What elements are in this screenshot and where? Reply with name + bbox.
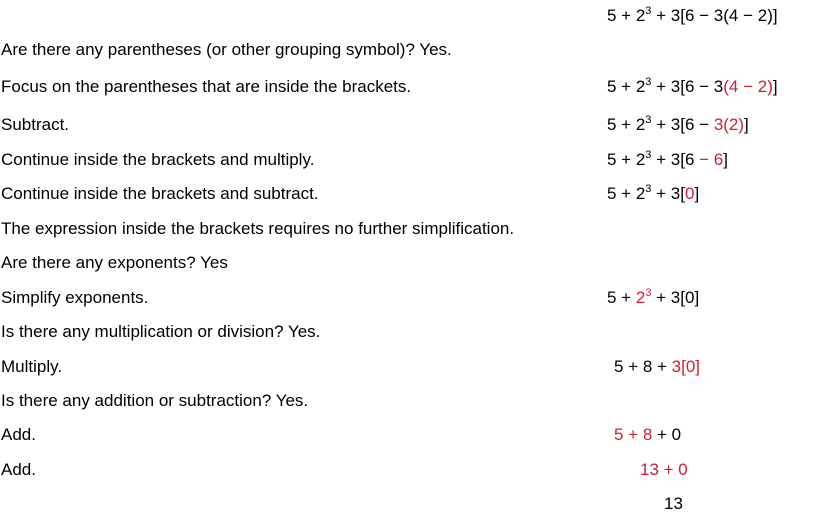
step-row: Continue inside the brackets and subtrac… [0,181,814,207]
step-expression: 5 + 23 + 3[6 − 3(4 − 2)] [607,74,778,100]
expression-term: + 0 [652,425,682,444]
step-row: Continue inside the brackets and multipl… [0,147,814,173]
step-description: Multiply. [1,357,63,376]
step-expression: 13 + 0 [640,457,688,483]
highlighted-term: − 6 [699,150,724,169]
highlighted-term: (4 − 2) [723,77,773,96]
step-expression: 5 + 8 + 0 [614,422,681,448]
step-row: The expression inside the brackets requi… [0,216,814,242]
expression-term: + 3[0] [651,288,700,307]
step-row: Simplify exponents. 5 + 23 + 3[0] [0,285,814,311]
step-description: Is there any multiplication or division?… [1,322,321,341]
step-row: 13 [0,491,814,517]
step-expression: 13 [664,491,683,517]
expression-term: + 3[ [651,184,685,203]
exponent: 3 [645,287,652,299]
step-expression: 5 + 8 + 3[0] [614,354,700,380]
highlighted-term: 13 + 0 [640,460,688,479]
expression-term: ] [744,115,749,134]
exponent: 3 [645,149,652,161]
step-expression: 5 + 23 + 3[6 − 3(4 − 2)] [607,3,778,29]
exponent: 3 [645,114,652,126]
highlighted-term: 2 [635,288,646,307]
expression-term: 5 + 2 [607,184,646,203]
step-row: Is there any addition or subtraction? Ye… [0,388,814,414]
step-row: 5 + 23 + 3[6 − 3(4 − 2)] [0,3,814,29]
expression-term: + 3[6 − 3(4 − 2)] [651,6,778,25]
step-row: Are there any exponents? Yes [0,250,814,276]
exponent: 3 [645,183,652,195]
expression-term: + 3[6 − 3 [651,77,724,96]
expression-term: 5 + 2 [607,115,646,134]
step-description: Continue inside the brackets and subtrac… [1,184,319,203]
expression-term: 13 [664,494,683,513]
highlighted-term: 5 + 8 [614,425,653,444]
highlighted-term: 3(2) [713,115,745,134]
step-description: Add. [1,425,36,444]
step-row: Focus on the parentheses that are inside… [0,74,814,100]
exponent: 3 [645,5,652,17]
expression-term: 5 + 2 [607,150,646,169]
expression-term: + 3[6 − [651,115,714,134]
exponent: 3 [645,76,652,88]
step-description: Focus on the parentheses that are inside… [1,77,412,96]
step-row: Subtract. 5 + 23 + 3[6 − 3(2)] [0,112,814,138]
step-row: Is there any multiplication or division?… [0,319,814,345]
expression-term: ] [694,184,700,203]
step-expression: 5 + 23 + 3[0] [607,285,699,311]
highlighted-term: 3[0] [671,357,701,376]
step-description: Are there any exponents? Yes [1,253,228,272]
step-row: Add. 5 + 8 + 0 [0,422,814,448]
expression-term: ] [772,77,778,96]
expression-term: 5 + 2 [607,77,646,96]
step-description: Is there any addition or subtraction? Ye… [1,391,309,410]
step-expression: 5 + 23 + 3[6 − 3(2)] [607,112,749,138]
expression-term: + 3[6 [651,150,700,169]
expression-term: 5 + 2 [607,6,646,25]
step-description: Continue inside the brackets and multipl… [1,150,315,169]
expression-term: 5 + 8 + [614,357,672,376]
expression-term: 5 + [607,288,636,307]
step-description: Simplify exponents. [1,288,149,307]
step-description: Are there any parentheses (or other grou… [1,40,452,59]
step-expression: 5 + 23 + 3[0] [607,181,699,207]
step-description: Add. [1,460,36,479]
step-description: The expression inside the brackets requi… [1,219,515,238]
step-row: Multiply. 5 + 8 + 3[0] [0,354,814,380]
step-description: Subtract. [1,115,70,134]
step-row: Add. 13 + 0 [0,457,814,483]
step-row: Are there any parentheses (or other grou… [0,37,814,63]
expression-term: ] [723,150,728,169]
step-expression: 5 + 23 + 3[6 − 6] [607,147,728,173]
